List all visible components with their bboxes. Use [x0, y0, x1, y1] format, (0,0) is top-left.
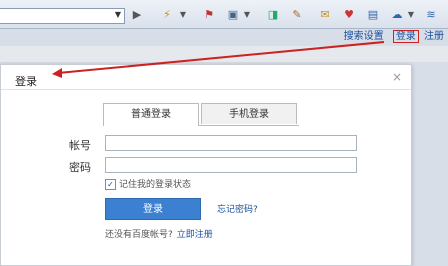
arrow-line [57, 41, 385, 74]
annotation-arrow [52, 41, 385, 78]
arrow-head [52, 68, 62, 78]
